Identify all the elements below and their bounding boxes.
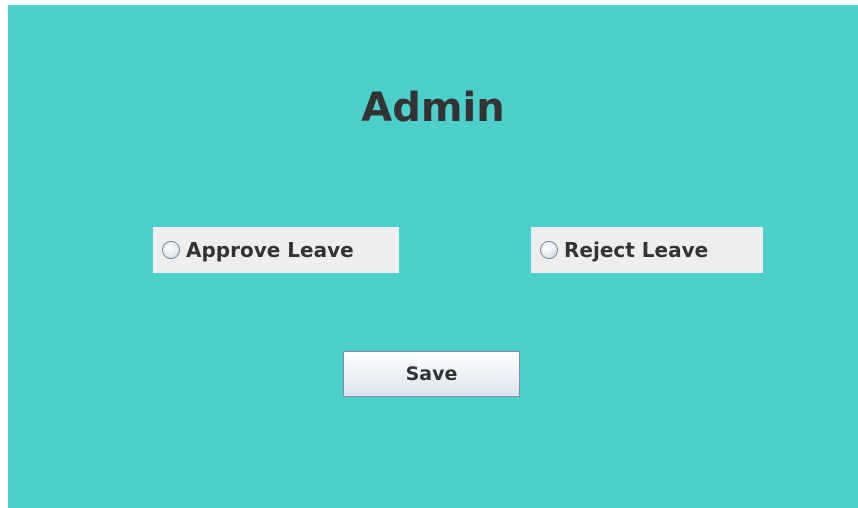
reject-leave-radio[interactable]: Reject Leave	[531, 227, 763, 273]
admin-panel: Admin Approve Leave Reject Leave Save	[8, 5, 858, 508]
reject-leave-label: Reject Leave	[564, 238, 709, 262]
approve-leave-radio[interactable]: Approve Leave	[153, 227, 399, 273]
approve-leave-label: Approve Leave	[186, 238, 354, 262]
radio-circle-icon[interactable]	[540, 241, 558, 259]
page-title: Admin	[361, 85, 505, 131]
save-button[interactable]: Save	[343, 351, 520, 397]
radio-circle-icon[interactable]	[162, 241, 180, 259]
